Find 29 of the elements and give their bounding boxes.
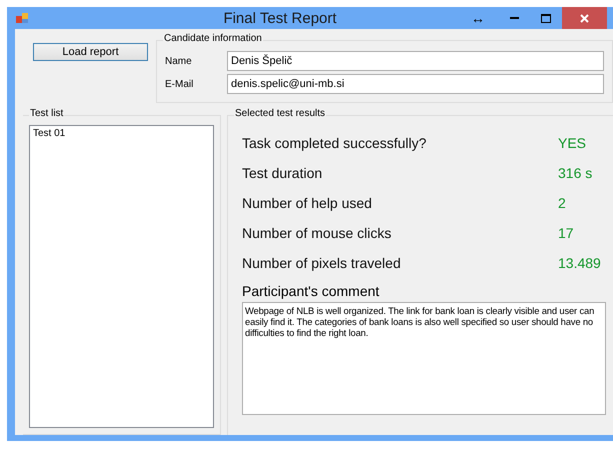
result-value: YES [558,135,586,151]
resize-button[interactable]: ↔ [462,7,494,29]
comment-field[interactable]: Webpage of NLB is well organized. The link for bank loan is clearly visible and user can easily find it. The categories of bank loans is also well specified so user should have no difficulties to find the right loan. [242,302,606,415]
result-value: 13.489 [558,255,601,271]
app-icon [16,12,28,24]
window-title: Final Test Report [222,10,338,26]
group-title: Selected test results [234,108,326,119]
minimize-icon [510,17,518,19]
text-field[interactable]: Denis Špelič [227,51,604,71]
group-title: Candidate information [163,33,263,44]
field-label: Name [165,56,193,66]
result-value: 316 s [558,165,592,181]
test-listbox[interactable]: Test 01 [29,125,214,428]
result-label: Number of help used [242,195,373,211]
close-button[interactable] [562,7,607,29]
text-field[interactable]: denis.spelic@uni-mb.si [227,74,604,94]
comment-label: Participant's comment [242,283,380,299]
result-label: Task completed successfully? [242,135,428,151]
result-label: Number of pixels traveled [242,255,402,271]
maximize-icon [541,14,551,22]
close-icon [580,14,589,22]
result-label: Number of mouse clicks [242,225,392,241]
result-value: 17 [558,225,574,241]
result-label: Test duration [242,165,324,181]
list-item[interactable]: Test 01 [32,128,211,139]
field-label: E-Mail [165,78,194,90]
group-title: Test list [29,108,64,119]
result-value: 2 [558,195,566,211]
load-report-button[interactable]: Load report [33,43,148,61]
